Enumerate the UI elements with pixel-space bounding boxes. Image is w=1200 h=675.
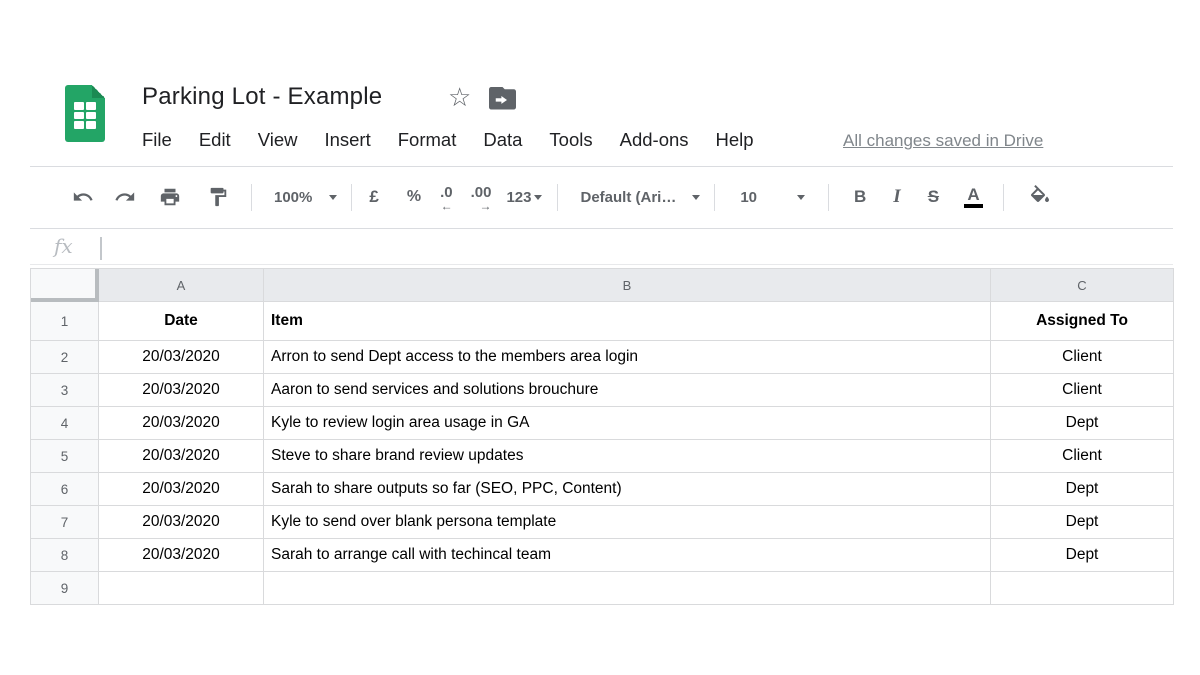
column-header-C[interactable]: C xyxy=(991,269,1174,302)
cell-C9[interactable] xyxy=(991,572,1174,605)
cell-C7[interactable]: Dept xyxy=(991,506,1174,539)
zoom-select[interactable]: 100% xyxy=(274,189,337,206)
cell-A7[interactable]: 20/03/2020 xyxy=(99,506,264,539)
print-button[interactable] xyxy=(159,186,181,208)
divider xyxy=(30,228,1173,229)
cell-B4[interactable]: Kyle to review login area usage in GA xyxy=(264,407,991,440)
bold-button[interactable]: B xyxy=(854,187,866,207)
cell-B5[interactable]: Steve to share brand review updates xyxy=(264,440,991,473)
select-all-corner[interactable] xyxy=(31,269,99,302)
menu-bar: File Edit View Insert Format Data Tools … xyxy=(142,126,754,154)
divider xyxy=(251,184,252,211)
row-number-2[interactable]: 2 xyxy=(31,341,99,374)
menu-item-tools[interactable]: Tools xyxy=(549,126,592,154)
chevron-down-icon xyxy=(797,195,805,200)
cell-B9[interactable] xyxy=(264,572,991,605)
document-title[interactable]: Parking Lot - Example xyxy=(142,82,382,112)
chevron-down-icon xyxy=(329,195,337,200)
move-to-folder-icon[interactable] xyxy=(489,87,516,110)
toolbar: 100% £ % .0 ← .00 → 123 Default (Ari… 10… xyxy=(30,167,1190,227)
cell-C3[interactable]: Client xyxy=(991,374,1174,407)
row-number-4[interactable]: 4 xyxy=(31,407,99,440)
fill-color-button[interactable] xyxy=(1028,185,1052,209)
fx-label: fx xyxy=(54,234,73,258)
row-number-5[interactable]: 5 xyxy=(31,440,99,473)
cell-B3[interactable]: Aaron to send services and solutions bro… xyxy=(264,374,991,407)
cell-A6[interactable]: 20/03/2020 xyxy=(99,473,264,506)
cell-A5[interactable]: 20/03/2020 xyxy=(99,440,264,473)
menu-item-view[interactable]: View xyxy=(258,126,298,154)
menu-item-edit[interactable]: Edit xyxy=(199,126,231,154)
zoom-value: 100% xyxy=(274,189,312,206)
undo-button[interactable] xyxy=(72,186,94,208)
font-size-value: 10 xyxy=(740,189,757,206)
font-family-select[interactable]: Default (Ari… xyxy=(580,189,700,206)
cell-A4[interactable]: 20/03/2020 xyxy=(99,407,264,440)
paint-format-button[interactable] xyxy=(207,186,229,208)
google-sheets-app: Parking Lot - Example ☆ File Edit View I… xyxy=(0,0,1200,675)
cell-C6[interactable]: Dept xyxy=(991,473,1174,506)
increase-decimal-button[interactable]: .00 → xyxy=(471,184,492,210)
divider xyxy=(1003,184,1004,211)
divider xyxy=(351,184,352,211)
divider xyxy=(828,184,829,211)
menu-item-data[interactable]: Data xyxy=(483,126,522,154)
column-header-A[interactable]: A xyxy=(99,269,264,302)
row-number-3[interactable]: 3 xyxy=(31,374,99,407)
cell-C2[interactable]: Client xyxy=(991,341,1174,374)
row-number-6[interactable]: 6 xyxy=(31,473,99,506)
cell-A1[interactable]: Date xyxy=(99,302,264,341)
row-number-8[interactable]: 8 xyxy=(31,539,99,572)
decrease-decimal-button[interactable]: .0 ← xyxy=(440,184,453,210)
sheets-logo-icon xyxy=(65,85,105,142)
formula-input-caret xyxy=(100,237,102,260)
cell-C8[interactable]: Dept xyxy=(991,539,1174,572)
menu-item-addons[interactable]: Add-ons xyxy=(620,126,689,154)
cell-B7[interactable]: Kyle to send over blank persona template xyxy=(264,506,991,539)
divider xyxy=(714,184,715,211)
star-icon[interactable]: ☆ xyxy=(448,83,471,111)
cell-A9[interactable] xyxy=(99,572,264,605)
cell-C4[interactable]: Dept xyxy=(991,407,1174,440)
text-color-button[interactable]: A xyxy=(964,186,983,208)
more-formats-button[interactable]: 123 xyxy=(506,189,542,206)
italic-button[interactable]: I xyxy=(893,186,900,208)
row-number-9[interactable]: 9 xyxy=(31,572,99,605)
formula-input[interactable] xyxy=(110,232,1173,262)
cell-B8[interactable]: Sarah to arrange call with techincal tea… xyxy=(264,539,991,572)
arrow-right-icon: → xyxy=(479,202,491,210)
row-number-7[interactable]: 7 xyxy=(31,506,99,539)
divider xyxy=(30,264,1173,265)
menu-item-insert[interactable]: Insert xyxy=(324,126,370,154)
font-size-select[interactable]: 10 xyxy=(740,189,805,206)
format-currency-button[interactable]: £ xyxy=(369,187,378,207)
font-family-value: Default (Ari… xyxy=(580,189,676,206)
chevron-down-icon xyxy=(534,195,542,200)
strikethrough-button[interactable]: S xyxy=(928,187,939,207)
menu-item-format[interactable]: Format xyxy=(398,126,457,154)
cell-C5[interactable]: Client xyxy=(991,440,1174,473)
cell-A8[interactable]: 20/03/2020 xyxy=(99,539,264,572)
format-percent-button[interactable]: % xyxy=(407,188,421,206)
arrow-left-icon: ← xyxy=(441,202,453,210)
column-header-B[interactable]: B xyxy=(264,269,991,302)
cell-B2[interactable]: Arron to send Dept access to the members… xyxy=(264,341,991,374)
color-swatch xyxy=(964,204,983,208)
redo-button[interactable] xyxy=(114,186,136,208)
divider xyxy=(557,184,558,211)
save-status-link[interactable]: All changes saved in Drive xyxy=(843,128,1043,154)
menu-item-help[interactable]: Help xyxy=(716,126,754,154)
chevron-down-icon xyxy=(692,195,700,200)
cell-C1[interactable]: Assigned To xyxy=(991,302,1174,341)
spreadsheet-grid: A B C 1 Date Item Assigned To 220/03/202… xyxy=(30,268,1174,605)
cell-B1[interactable]: Item xyxy=(264,302,991,341)
menu-item-file[interactable]: File xyxy=(142,126,172,154)
cell-B6[interactable]: Sarah to share outputs so far (SEO, PPC,… xyxy=(264,473,991,506)
cell-A2[interactable]: 20/03/2020 xyxy=(99,341,264,374)
row-number-1[interactable]: 1 xyxy=(31,302,99,341)
cell-A3[interactable]: 20/03/2020 xyxy=(99,374,264,407)
